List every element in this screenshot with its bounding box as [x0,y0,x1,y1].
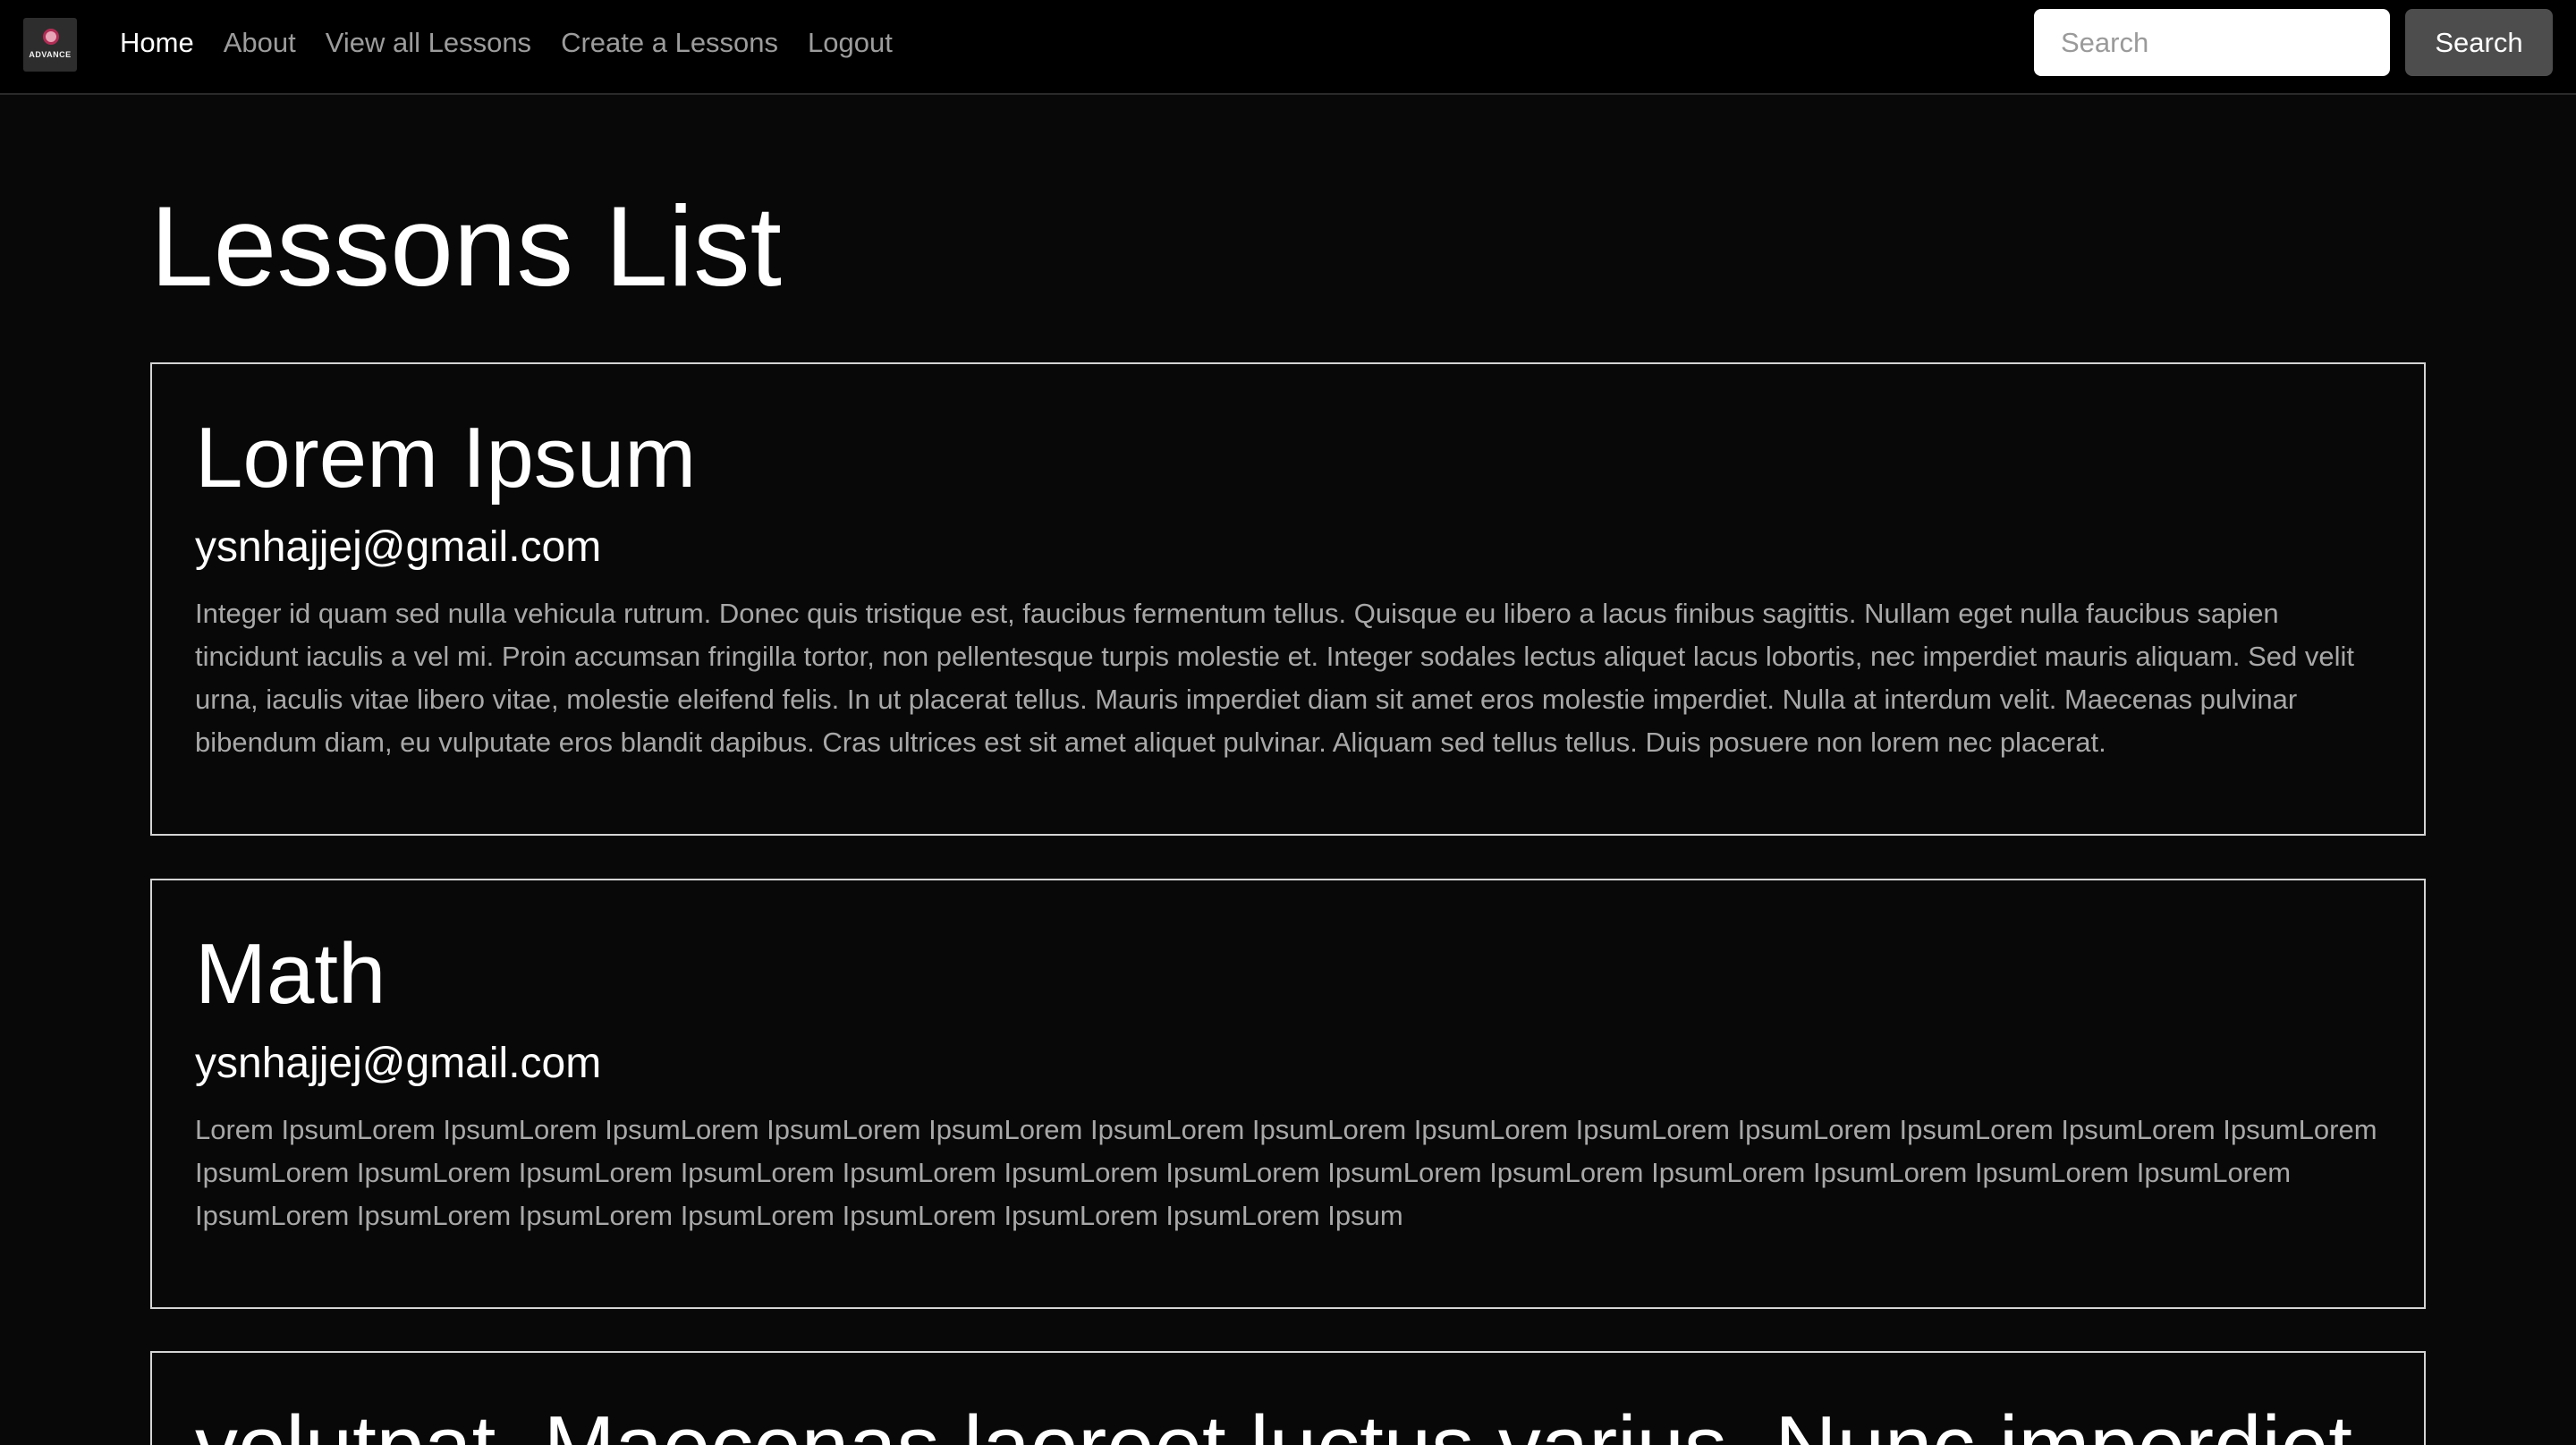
lesson-author-email: ysnhajjej@gmail.com [195,523,602,571]
lesson-title: Lorem Ipsum [195,410,697,506]
nav-link-about[interactable]: About [224,27,296,59]
lesson-author-email: ysnhajjej@gmail.com [195,1040,602,1087]
logo-text: ADVANCE [29,50,72,59]
nav-links: Home About View all Lessons Create a Les… [120,25,893,61]
lesson-card[interactable]: Lorem Ipsum ysnhajjej@gmail.com Integer … [150,362,2426,836]
page-title: Lessons List [150,183,782,310]
search-input[interactable] [2034,9,2390,76]
lesson-description: Lorem IpsumLorem IpsumLorem IpsumLorem I… [195,1114,2377,1231]
search-button[interactable]: Search [2405,9,2553,76]
lesson-card[interactable]: volutpat. Maecenas laoreet luctus varius… [150,1351,2426,1445]
logo-emblem-icon [43,29,59,45]
lesson-card[interactable]: Math ysnhajjej@gmail.com Lorem IpsumLore… [150,879,2426,1309]
lesson-title: volutpat. Maecenas laoreet luctus varius… [195,1399,2352,1445]
nav-link-create-lesson[interactable]: Create a Lessons [561,27,778,59]
navbar: ADVANCE Home About View all Lessons Crea… [0,0,2576,95]
lesson-description: Integer id quam sed nulla vehicula rutru… [195,598,2355,758]
brand-logo[interactable]: ADVANCE [23,18,77,72]
nav-link-view-all-lessons[interactable]: View all Lessons [326,27,531,59]
nav-link-logout[interactable]: Logout [808,27,893,59]
lesson-title: Math [195,926,386,1022]
nav-link-home[interactable]: Home [120,27,194,59]
